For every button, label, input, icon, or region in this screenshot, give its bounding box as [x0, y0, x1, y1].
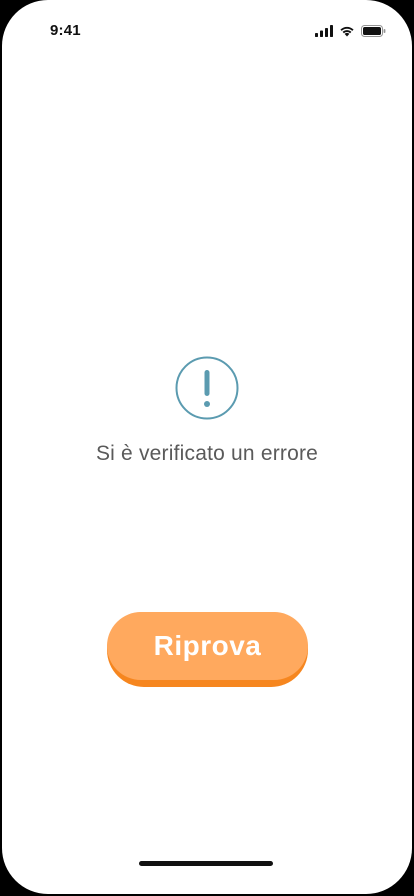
retry-button-label: Riprova — [153, 630, 262, 661]
wifi-icon — [339, 25, 355, 37]
battery-icon — [361, 25, 386, 37]
device-frame: 9:41 Si è verificato un errore Riprova — [0, 0, 414, 896]
exclamation-circle-icon — [175, 356, 239, 420]
app-screen: 9:41 Si è verificato un errore Riprova — [2, 0, 412, 894]
retry-button[interactable]: Riprova — [107, 612, 308, 687]
retry-button-face[interactable]: Riprova — [107, 612, 308, 680]
home-indicator[interactable] — [139, 861, 273, 866]
cellular-signal-icon — [315, 25, 333, 37]
error-message: Si è verificato un errore — [95, 442, 319, 465]
status-icons — [315, 24, 386, 38]
status-bar: 9:41 — [2, 0, 412, 50]
status-time: 9:41 — [50, 22, 81, 39]
